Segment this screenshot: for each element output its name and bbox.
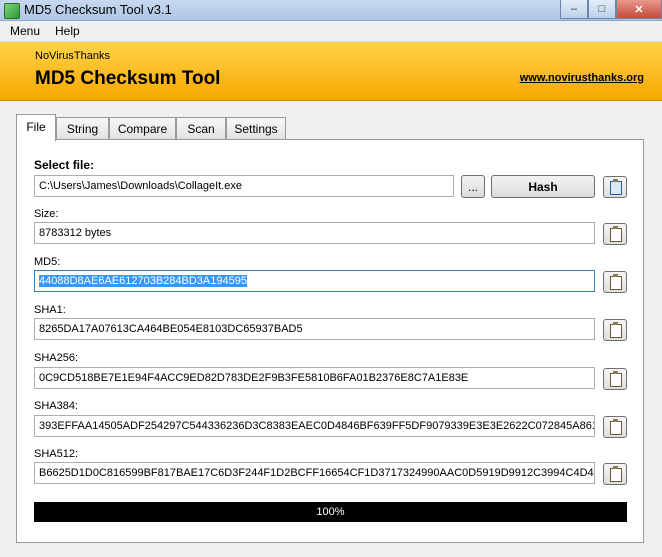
- menu-help[interactable]: Help: [55, 24, 80, 38]
- md5-label: MD5:: [34, 256, 61, 268]
- minimize-button[interactable]: –: [560, 0, 588, 19]
- sha512-label: SHA512:: [34, 448, 79, 460]
- header-banner: NoVirusThanks MD5 Checksum Tool www.novi…: [0, 42, 662, 101]
- sha384-field[interactable]: 393EFFAA14505ADF254297C544336236D3C8383E…: [34, 415, 595, 437]
- md5-field[interactable]: 44088D8AE6AE612703B284BD3A194595: [34, 270, 595, 292]
- sha1-field[interactable]: 8265DA17A07613CA464BE054E8103DC65937BAD5: [34, 318, 595, 340]
- tab-compare[interactable]: Compare: [109, 117, 176, 139]
- open-report-button[interactable]: [603, 176, 627, 198]
- close-button[interactable]: ✕: [616, 0, 662, 19]
- progress-label: 100%: [316, 506, 345, 518]
- product-title: MD5 Checksum Tool: [35, 68, 221, 89]
- website-link[interactable]: www.novirusthanks.org: [520, 72, 644, 84]
- size-label: Size:: [34, 208, 59, 220]
- copy-sha512-button[interactable]: [603, 463, 627, 485]
- notepad-icon: [610, 179, 622, 195]
- clipboard-icon: [610, 466, 622, 482]
- sha384-label: SHA384:: [34, 400, 79, 412]
- md5-selected-text: 44088D8AE6AE612703B284BD3A194595: [39, 275, 247, 287]
- app-icon: [4, 3, 20, 19]
- select-file-label: Select file:: [34, 158, 95, 172]
- clipboard-icon: [610, 226, 622, 242]
- window-controls: – □ ✕: [560, 0, 662, 19]
- clipboard-icon: [610, 274, 622, 290]
- tab-string[interactable]: String: [56, 117, 109, 139]
- sha512-field[interactable]: B6625D1D0C816599BF817BAE17C6D3F244F1D2BC…: [34, 462, 595, 484]
- copy-size-button[interactable]: [603, 223, 627, 245]
- clipboard-icon: [610, 322, 622, 338]
- hash-button[interactable]: Hash: [491, 175, 595, 198]
- copy-sha1-button[interactable]: [603, 319, 627, 341]
- sha1-label: SHA1:: [34, 304, 66, 316]
- window-title: MD5 Checksum Tool v3.1: [24, 2, 172, 17]
- browse-button[interactable]: ...: [461, 175, 485, 198]
- menu-menu[interactable]: Menu: [10, 24, 40, 38]
- clipboard-icon: [610, 419, 622, 435]
- progress-bar: 100%: [34, 502, 627, 522]
- tab-scan[interactable]: Scan: [176, 117, 226, 139]
- copy-md5-button[interactable]: [603, 271, 627, 293]
- tab-file[interactable]: File: [16, 114, 56, 141]
- copy-sha384-button[interactable]: [603, 416, 627, 438]
- company-name: NoVirusThanks: [35, 50, 110, 62]
- clipboard-icon: [610, 371, 622, 387]
- tab-settings[interactable]: Settings: [226, 117, 286, 139]
- file-path-input[interactable]: C:\Users\James\Downloads\CollageIt.exe: [34, 175, 454, 197]
- sha256-label: SHA256:: [34, 352, 79, 364]
- copy-sha256-button[interactable]: [603, 368, 627, 390]
- maximize-button[interactable]: □: [588, 0, 616, 19]
- menu-bar: Menu Help: [0, 21, 662, 42]
- sha256-field[interactable]: 0C9CD518BE7E1E94F4ACC9ED82D783DE2F9B3FE5…: [34, 367, 595, 389]
- title-bar: MD5 Checksum Tool v3.1 – □ ✕: [0, 0, 662, 21]
- size-field[interactable]: 8783312 bytes: [34, 222, 595, 244]
